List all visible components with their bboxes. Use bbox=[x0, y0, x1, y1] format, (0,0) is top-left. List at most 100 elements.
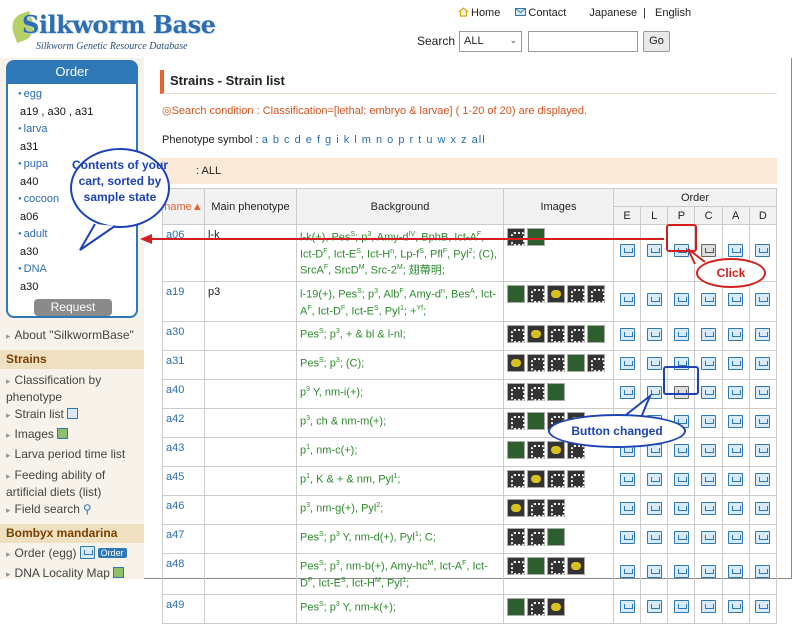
add-to-cart-button[interactable] bbox=[701, 530, 717, 544]
strain-thumbnail[interactable] bbox=[547, 557, 565, 576]
add-to-cart-button[interactable] bbox=[701, 565, 717, 579]
strain-thumbnail[interactable] bbox=[507, 284, 525, 303]
strain-name-link[interactable]: a42 bbox=[162, 408, 205, 439]
add-to-cart-button[interactable] bbox=[728, 600, 744, 614]
strain-thumbnail[interactable] bbox=[567, 470, 585, 489]
strain-name-link[interactable]: a46 bbox=[162, 495, 205, 526]
strain-thumbnail[interactable] bbox=[527, 470, 545, 489]
add-to-cart-button[interactable] bbox=[673, 443, 689, 457]
strain-thumbnail[interactable] bbox=[507, 557, 525, 576]
sidebar-item-strain-list[interactable]: Strain list bbox=[6, 407, 78, 421]
add-to-cart-button[interactable] bbox=[728, 293, 744, 307]
strain-thumbnail[interactable] bbox=[527, 383, 545, 402]
sidebar-item-feeding-ability[interactable]: Feeding ability of artificial diets (lis… bbox=[6, 467, 136, 500]
search-input[interactable] bbox=[528, 31, 638, 52]
add-to-cart-button[interactable] bbox=[673, 600, 689, 614]
go-button[interactable]: Go bbox=[643, 31, 670, 52]
add-to-cart-button[interactable] bbox=[619, 600, 635, 614]
strain-name-link[interactable]: a45 bbox=[162, 466, 205, 497]
add-to-cart-button[interactable] bbox=[673, 501, 689, 515]
add-to-cart-button[interactable] bbox=[728, 414, 744, 428]
add-to-cart-button[interactable] bbox=[646, 356, 662, 370]
strain-thumbnail[interactable] bbox=[567, 284, 585, 303]
add-to-cart-button[interactable] bbox=[646, 244, 662, 258]
add-to-cart-button[interactable] bbox=[619, 293, 635, 307]
add-to-cart-button[interactable] bbox=[646, 530, 662, 544]
strain-name-link[interactable]: a06 bbox=[162, 224, 205, 282]
strain-thumbnail[interactable] bbox=[527, 528, 545, 547]
strain-thumbnail[interactable] bbox=[527, 228, 545, 246]
add-to-cart-button[interactable] bbox=[619, 565, 635, 579]
strain-name-link[interactable]: a19 bbox=[162, 280, 205, 323]
sidebar-item-order-egg[interactable]: Order (egg)Order bbox=[6, 546, 127, 560]
sidebar-item-images[interactable]: Images bbox=[6, 427, 68, 441]
strain-thumbnail[interactable] bbox=[527, 597, 545, 616]
add-to-cart-button[interactable] bbox=[701, 385, 717, 399]
add-to-cart-button[interactable] bbox=[755, 356, 771, 370]
add-to-cart-button[interactable] bbox=[755, 244, 771, 258]
strain-thumbnail[interactable] bbox=[527, 499, 545, 518]
strain-name-link[interactable]: a49 bbox=[162, 593, 205, 624]
add-to-cart-button[interactable] bbox=[728, 244, 744, 258]
add-to-cart-button[interactable] bbox=[728, 443, 744, 457]
strain-thumbnail[interactable] bbox=[507, 499, 525, 518]
add-to-cart-button[interactable] bbox=[673, 565, 689, 579]
add-to-cart-button[interactable] bbox=[728, 327, 744, 341]
strain-thumbnail[interactable] bbox=[547, 441, 565, 460]
add-to-cart-button[interactable] bbox=[755, 600, 771, 614]
add-to-cart-button[interactable] bbox=[701, 443, 717, 457]
strain-name-link[interactable]: a47 bbox=[162, 524, 205, 555]
cart-stage-adult[interactable]: adult bbox=[16, 226, 136, 244]
cart-stage-egg[interactable]: egg bbox=[16, 86, 136, 104]
add-to-cart-button[interactable] bbox=[646, 501, 662, 515]
sidebar-item-field-search[interactable]: Field search⚲ bbox=[6, 502, 92, 516]
strain-thumbnail[interactable] bbox=[507, 325, 525, 344]
add-to-cart-button[interactable] bbox=[701, 501, 717, 515]
sidebar-item-classification[interactable]: Classification by phenotype bbox=[6, 372, 136, 405]
add-to-cart-button[interactable] bbox=[755, 501, 771, 515]
add-to-cart-button[interactable] bbox=[755, 530, 771, 544]
add-to-cart-button[interactable] bbox=[646, 293, 662, 307]
add-to-cart-button[interactable] bbox=[755, 414, 771, 428]
add-to-cart-button[interactable] bbox=[701, 327, 717, 341]
add-to-cart-button[interactable] bbox=[646, 385, 662, 399]
add-to-cart-button[interactable] bbox=[755, 327, 771, 341]
strain-thumbnail[interactable] bbox=[527, 441, 545, 460]
contact-link[interactable]: Contact bbox=[515, 7, 572, 19]
strain-thumbnail[interactable] bbox=[527, 325, 545, 344]
strain-thumbnail[interactable] bbox=[547, 597, 565, 616]
strain-name-link[interactable]: a40 bbox=[162, 379, 205, 410]
search-scope-select[interactable]: ALL ⌄ bbox=[459, 31, 522, 52]
strain-thumbnail[interactable] bbox=[587, 354, 605, 373]
add-to-cart-button[interactable] bbox=[755, 443, 771, 457]
strain-thumbnail[interactable] bbox=[507, 597, 525, 616]
add-to-cart-button[interactable] bbox=[619, 472, 635, 486]
strain-thumbnail[interactable] bbox=[547, 383, 565, 402]
add-to-cart-button[interactable] bbox=[755, 385, 771, 399]
sidebar-item-about[interactable]: About "SilkwormBase" bbox=[6, 328, 134, 342]
strain-thumbnail[interactable] bbox=[507, 354, 525, 373]
strain-thumbnail[interactable] bbox=[507, 528, 525, 547]
strain-thumbnail[interactable] bbox=[507, 228, 525, 246]
add-to-cart-button[interactable] bbox=[673, 530, 689, 544]
add-to-cart-button[interactable] bbox=[619, 327, 635, 341]
strain-thumbnail[interactable] bbox=[547, 354, 565, 373]
add-to-cart-button[interactable] bbox=[701, 293, 717, 307]
strain-name-link[interactable]: a30 bbox=[162, 321, 205, 352]
japanese-link[interactable]: Japanese bbox=[589, 7, 637, 19]
add-to-cart-button[interactable] bbox=[646, 565, 662, 579]
cart-stage-dna[interactable]: DNA bbox=[16, 261, 136, 279]
strain-thumbnail[interactable] bbox=[567, 354, 585, 373]
sidebar-item-dna-locality[interactable]: DNA Locality Map bbox=[6, 566, 124, 580]
strain-name-link[interactable]: a43 bbox=[162, 437, 205, 468]
sidebar-item-larva-period[interactable]: Larva period time list bbox=[6, 447, 126, 461]
strain-thumbnail[interactable] bbox=[507, 383, 525, 402]
add-to-cart-button[interactable] bbox=[755, 293, 771, 307]
add-to-cart-button[interactable] bbox=[619, 244, 635, 258]
add-to-cart-button[interactable] bbox=[619, 385, 635, 399]
add-to-cart-button[interactable] bbox=[755, 472, 771, 486]
strain-name-link[interactable]: a31 bbox=[162, 350, 205, 381]
add-to-cart-button[interactable] bbox=[755, 565, 771, 579]
strain-thumbnail[interactable] bbox=[547, 470, 565, 489]
strain-thumbnail[interactable] bbox=[567, 325, 585, 344]
